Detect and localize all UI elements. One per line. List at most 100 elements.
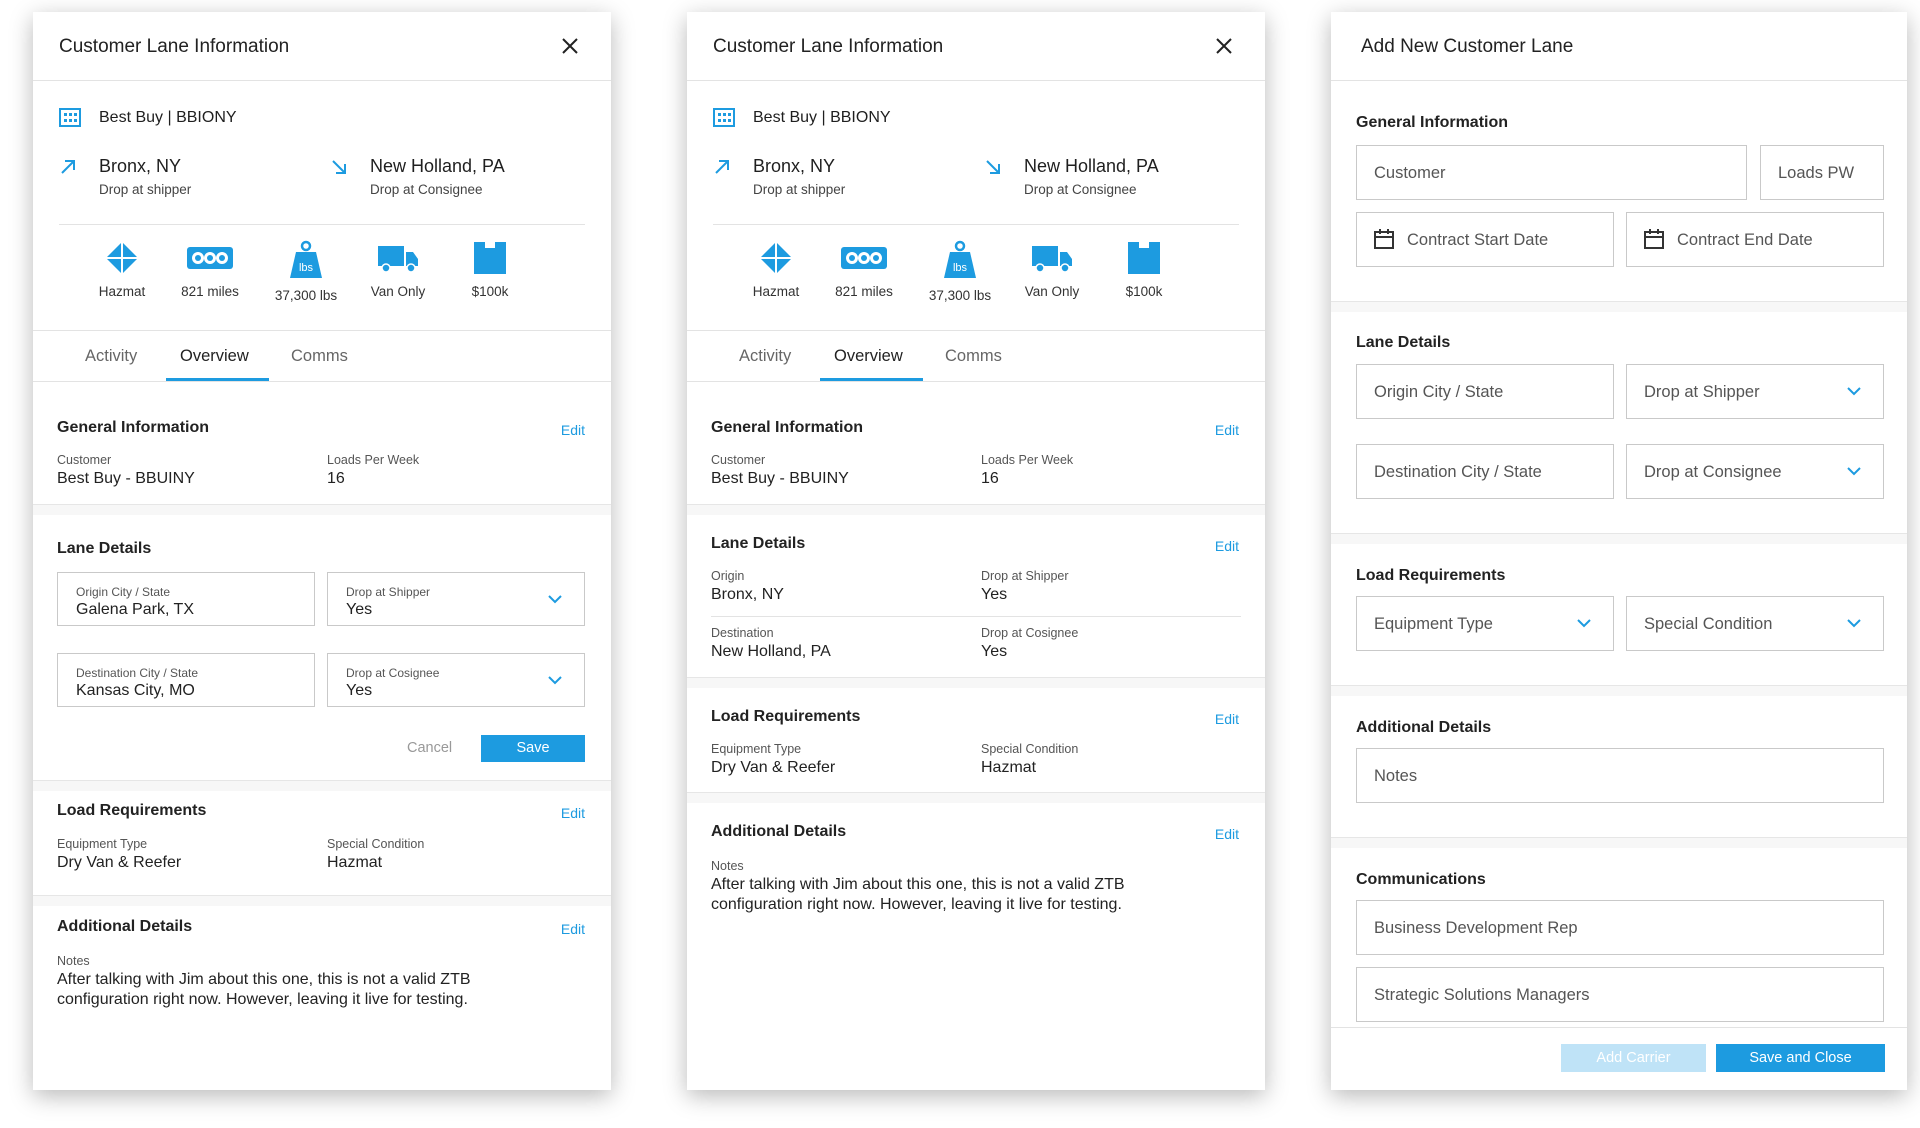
- destination-city: New Holland, PA: [1024, 156, 1159, 176]
- edit-load-link[interactable]: Edit: [561, 805, 585, 821]
- contract-start-date-input[interactable]: Contract Start Date: [1356, 212, 1614, 267]
- contract-end-date-input[interactable]: Contract End Date: [1626, 212, 1884, 267]
- section-separator: [33, 780, 611, 791]
- destination-city: New Holland, PA: [370, 156, 505, 176]
- chevron-down-icon: [1847, 619, 1861, 628]
- chevron-down-icon: [548, 595, 562, 604]
- close-icon[interactable]: [1213, 35, 1235, 57]
- stat-label: Hazmat: [98, 284, 146, 299]
- save-button[interactable]: Save: [481, 735, 585, 762]
- equipment-value: Dry Van & Reefer: [711, 759, 836, 776]
- edit-general-link[interactable]: Edit: [561, 422, 585, 438]
- equipment-type-select[interactable]: Equipment Type: [1356, 596, 1614, 651]
- panel-header: Customer Lane Information: [687, 12, 1265, 81]
- section-title-communications: Communications: [1356, 871, 1486, 888]
- origin-sub: Drop at shipper: [753, 182, 846, 197]
- field-label: Customer: [711, 453, 766, 467]
- chevron-down-icon: [548, 676, 562, 685]
- panel-footer: Add Carrier Save and Close: [1331, 1027, 1907, 1090]
- notes-value: After talking with Jim about this one, t…: [57, 971, 471, 1008]
- arrow-down-right-icon: [986, 160, 1000, 174]
- drop-consignee-select[interactable]: Drop at Consignee: [1626, 444, 1884, 499]
- drop-consignee-select[interactable]: Drop at Cosignee Yes: [327, 653, 585, 707]
- odometer-icon: [841, 247, 887, 269]
- field-value: Kansas City, MO: [76, 682, 195, 699]
- save-and-close-button[interactable]: Save and Close: [1716, 1044, 1885, 1072]
- close-icon[interactable]: [559, 35, 581, 57]
- add-carrier-button[interactable]: Add Carrier: [1561, 1044, 1706, 1072]
- tab-bar: Activity Overview Comms: [33, 330, 611, 382]
- drop-shipper-value: Yes: [981, 586, 1008, 603]
- customer-name: Best Buy | BBIONY: [99, 109, 237, 126]
- stat-label: 821 miles: [835, 284, 893, 299]
- divider: [713, 224, 1239, 225]
- calendar-icon: [1374, 229, 1394, 249]
- placeholder: Notes: [1374, 767, 1418, 785]
- panel-header: Customer Lane Information: [33, 12, 611, 81]
- panel-header: Add New Customer Lane: [1331, 12, 1907, 81]
- placeholder: Drop at Consignee: [1644, 463, 1782, 481]
- arrow-up-right-icon: [61, 160, 75, 174]
- origin-value: Bronx, NY: [711, 586, 784, 603]
- stat-equipment: Van Only: [352, 240, 444, 299]
- edit-additional-link[interactable]: Edit: [1215, 826, 1239, 842]
- edit-additional-link[interactable]: Edit: [561, 921, 585, 937]
- field-label: Destination City / State: [76, 666, 199, 680]
- customer-value: Best Buy - BBUINY: [57, 470, 195, 487]
- equipment-value: Dry Van & Reefer: [57, 854, 182, 871]
- stat-equipment: Van Only: [1006, 240, 1098, 299]
- active-tab-indicator: [820, 378, 923, 381]
- tab-activity[interactable]: Activity: [739, 347, 791, 366]
- tab-comms[interactable]: Comms: [945, 347, 1002, 366]
- origin-sub: Drop at shipper: [99, 182, 192, 197]
- origin-city-field[interactable]: Origin City / State Galena Park, TX: [57, 572, 315, 626]
- section-title-general: General Information: [711, 419, 864, 436]
- notes-input[interactable]: Notes: [1356, 748, 1884, 803]
- section-title-additional: Additional Details: [1356, 719, 1492, 736]
- divider: [59, 224, 585, 225]
- section-title-general: General Information: [57, 419, 210, 436]
- edit-lane-link[interactable]: Edit: [1215, 538, 1239, 554]
- stat-label: 37,300 lbs: [928, 288, 992, 303]
- section-separator: [33, 504, 611, 515]
- special-condition-select[interactable]: Special Condition: [1626, 596, 1884, 651]
- truck-icon: [378, 246, 418, 273]
- field-label: Equipment Type: [57, 837, 148, 851]
- drop-shipper-select[interactable]: Drop at Shipper Yes: [327, 572, 585, 626]
- tab-activity[interactable]: Activity: [85, 347, 137, 366]
- stat-miles: 821 miles: [164, 240, 256, 299]
- edit-load-link[interactable]: Edit: [1215, 711, 1239, 727]
- drop-shipper-select[interactable]: Drop at Shipper: [1626, 364, 1884, 419]
- section-separator: [1331, 533, 1907, 544]
- tab-overview[interactable]: Overview: [834, 347, 903, 366]
- section-separator: [687, 504, 1265, 515]
- active-tab-indicator: [166, 378, 269, 381]
- strategic-solutions-managers-input[interactable]: Strategic Solutions Managers: [1356, 967, 1884, 1022]
- stat-label: Hazmat: [752, 284, 800, 299]
- loads-pw-input[interactable]: Loads PW: [1760, 145, 1884, 200]
- odometer-icon: [187, 247, 233, 269]
- business-development-rep-input[interactable]: Business Development Rep: [1356, 900, 1884, 955]
- stat-label: 37,300 lbs: [274, 288, 338, 303]
- edit-general-link[interactable]: Edit: [1215, 422, 1239, 438]
- field-label: Destination: [711, 626, 774, 640]
- section-separator: [687, 677, 1265, 688]
- svg-text:lbs: lbs: [299, 262, 314, 274]
- stat-hazmat: Hazmat: [76, 240, 168, 299]
- tab-overview[interactable]: Overview: [180, 347, 249, 366]
- field-label: Equipment Type: [711, 742, 802, 756]
- customer-value: Best Buy - BBUINY: [711, 470, 849, 487]
- origin-city: Bronx, NY: [99, 156, 182, 176]
- section-title-additional: Additional Details: [57, 918, 193, 935]
- origin-city-input[interactable]: Origin City / State: [1356, 364, 1614, 419]
- notes-value: After talking with Jim about this one, t…: [711, 876, 1125, 913]
- cancel-button[interactable]: Cancel: [407, 740, 452, 756]
- customer-input[interactable]: Customer: [1356, 145, 1747, 200]
- destination-city-field[interactable]: Destination City / State Kansas City, MO: [57, 653, 315, 707]
- section-title-lane: Lane Details: [1356, 334, 1451, 351]
- destination-city-input[interactable]: Destination City / State: [1356, 444, 1614, 499]
- lane-info-panel-view: Customer Lane Information Best Buy | BBI…: [687, 12, 1265, 1090]
- section-separator: [1331, 685, 1907, 696]
- truck-icon: [1032, 246, 1072, 273]
- tab-comms[interactable]: Comms: [291, 347, 348, 366]
